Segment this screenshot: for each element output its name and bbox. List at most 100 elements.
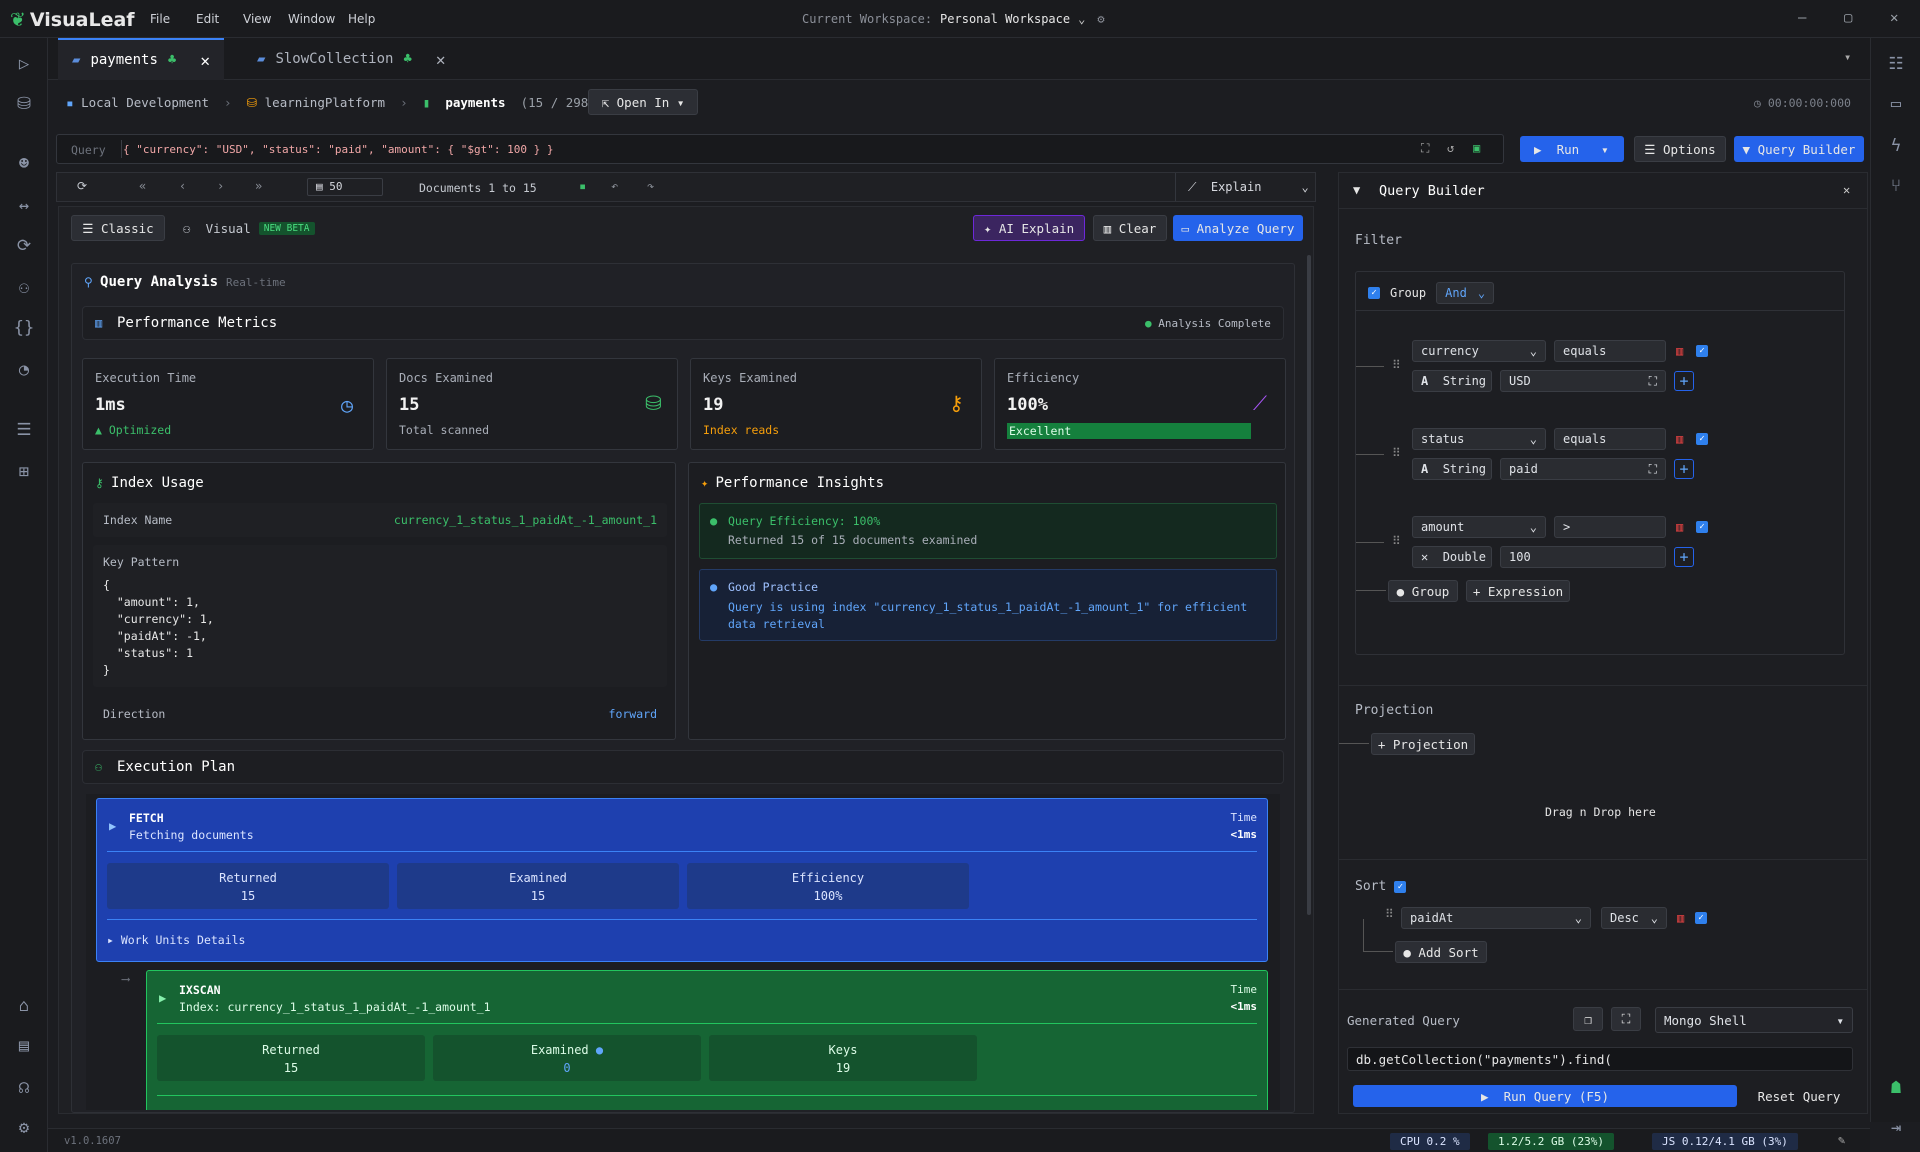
lock-icon[interactable]: ▪ [579,179,586,193]
logic-select[interactable]: And ⌄ [1436,282,1495,304]
add-condition-icon[interactable]: + [1674,459,1694,479]
condition-enabled-checkbox[interactable]: ✓ [1696,345,1708,357]
undo-icon[interactable]: ↶ [611,179,618,193]
crumb-database[interactable]: learningPlatform [265,95,385,110]
shell-select[interactable]: Mongo Shell ▾ [1655,1007,1853,1033]
clipboard-icon[interactable]: ▭ [1884,92,1908,116]
options-button[interactable]: ☰ Options [1634,136,1726,162]
logout-icon[interactable]: ⇥ [1884,1116,1908,1140]
expand-icon[interactable]: ⛶ [1649,374,1657,389]
schema-icon[interactable]: ⚇ [12,276,36,300]
ixscan-stage[interactable]: ▶ IXSCAN Index: currency_1_status_1_paid… [146,970,1268,1110]
ai-explain-button[interactable]: ✦ AI Explain [973,215,1085,241]
trash-icon[interactable]: ▥ [1676,432,1683,446]
brush-icon[interactable]: ✎ [1838,1133,1845,1147]
sort-direction-select[interactable]: Desc ⌄ [1601,907,1667,929]
branch-icon[interactable]: ⑂ [1884,174,1908,198]
menu-file[interactable]: File [150,12,170,26]
transfer-icon[interactable]: ↔ [12,194,36,218]
condition-operator[interactable]: equals [1554,340,1666,362]
clear-button[interactable]: ▥ Clear [1093,215,1167,241]
first-page-icon[interactable]: « [139,179,146,193]
condition-operator[interactable]: equals [1554,428,1666,450]
page-size-input[interactable]: ▤ 50 [307,178,383,196]
visual-tab[interactable]: ⚇ Visual NEW BETA [183,221,315,236]
play-icon[interactable]: ▷ [12,52,36,76]
close-tab-icon[interactable]: ✕ [200,51,210,70]
analyze-query-button[interactable]: ▭ Analyze Query [1173,215,1303,241]
sort-field-select[interactable]: paidAt ⌄ [1401,907,1591,929]
condition-field-select[interactable]: currency ⌄ [1412,340,1546,362]
fullscreen-icon[interactable]: ⛶ [1611,1007,1641,1031]
crumb-collection[interactable]: payments [445,95,505,110]
trash-icon[interactable]: ▥ [1676,520,1683,534]
settings-icon[interactable]: ⚙ [12,1116,36,1140]
sort-checkbox[interactable]: ✓ [1394,880,1407,893]
run-button[interactable]: ▶ Run ▾ [1520,136,1624,162]
run-query-button[interactable]: ▶ Run Query (F5) [1353,1085,1737,1107]
tabs-dropdown-icon[interactable]: ▾ [1844,50,1851,64]
crumb-connection[interactable]: Local Development [81,95,209,110]
support-icon[interactable]: ☊ [12,1076,36,1100]
history-icon[interactable]: ↺ [1447,141,1454,155]
drag-handle-icon[interactable]: ⠿ [1392,446,1401,460]
fetch-stage[interactable]: ▶ FETCH Fetching documents Time <1ms Ret… [96,798,1268,962]
redo-icon[interactable]: ↷ [647,179,654,193]
workspace-selector[interactable]: Current Workspace: Personal Workspace ⌄ ⚙ [802,12,1105,26]
explain-dropdown[interactable]: ⟋ Explain ⌄ [1175,173,1315,201]
drag-handle-icon[interactable]: ⠿ [1392,534,1401,548]
tab-payments[interactable]: ▰ payments ♣ ✕ [58,38,224,80]
query-editor[interactable]: Query { "currency": "USD", "status": "pa… [56,134,1504,164]
menu-edit[interactable]: Edit [196,12,219,26]
trash-icon[interactable]: ▥ [1677,911,1684,925]
layers-icon[interactable]: ☰ [12,418,36,442]
drag-handle-icon[interactable]: ⠿ [1392,358,1401,372]
menu-window[interactable]: Window [288,12,335,26]
save-icon[interactable]: ▣ [1473,141,1480,155]
close-icon[interactable]: ✕ [1843,183,1850,197]
copy-icon[interactable]: ❐ [1573,1007,1603,1031]
maximize-icon[interactable]: ▢ [1844,10,1852,26]
close-tab-icon[interactable]: ✕ [436,50,446,69]
refresh-icon[interactable]: ⟳ [77,179,87,193]
drop-zone[interactable]: Drag n Drop here [1545,805,1656,819]
type-select[interactable]: ✕ Double [1412,546,1492,568]
add-group-button[interactable]: ● Group [1388,580,1458,602]
code-icon[interactable]: {} [12,316,36,340]
group-checkbox[interactable]: ✓ [1368,287,1380,299]
trash-icon[interactable]: ▥ [1676,344,1683,358]
gauge-icon[interactable]: ◔ [12,358,36,382]
condition-enabled-checkbox[interactable]: ✓ [1696,521,1708,533]
robot-icon[interactable]: ☗ [1884,1076,1908,1100]
last-page-icon[interactable]: » [255,179,262,193]
open-in-button[interactable]: ⇱ Open In ▾ [588,89,698,115]
gear-icon[interactable]: ⚙ [1097,12,1104,26]
condition-value-input[interactable]: USD ⛶ [1500,370,1666,392]
add-projection-button[interactable]: + Projection [1371,733,1475,755]
info-icon[interactable]: ● [596,1043,603,1057]
classic-tab[interactable]: ☰ Classic [71,215,165,241]
expand-icon[interactable]: ⛶ [1649,462,1657,477]
query-input[interactable]: { "currency": "USD", "status": "paid", "… [123,143,553,156]
type-select[interactable]: A String [1412,370,1492,392]
scrollbar[interactable] [1307,255,1311,915]
type-select[interactable]: A String [1412,458,1492,480]
minimize-icon[interactable]: — [1798,10,1806,26]
condition-field-select[interactable]: status ⌄ [1412,428,1546,450]
close-window-icon[interactable]: ✕ [1890,10,1898,26]
query-builder-button[interactable]: ▼ Query Builder [1734,136,1864,162]
menu-help[interactable]: Help [348,12,375,26]
work-units-toggle[interactable]: ▸ Work Units Details [107,933,245,947]
home-icon[interactable]: ⌂ [12,994,36,1018]
reset-query-button[interactable]: Reset Query [1747,1085,1851,1107]
prev-page-icon[interactable]: ‹ [179,179,186,193]
run-dropdown-icon[interactable]: ▾ [1601,142,1609,157]
grid-icon[interactable]: ⊞ [12,460,36,484]
add-expression-button[interactable]: + Expression [1466,580,1570,602]
database-icon[interactable]: ⛁ [12,92,36,116]
list-check-icon[interactable]: ☷ [1884,52,1908,76]
generated-query-code[interactable]: db.getCollection("payments").find( [1347,1047,1853,1071]
add-condition-icon[interactable]: + [1674,371,1694,391]
condition-enabled-checkbox[interactable]: ✓ [1696,433,1708,445]
condition-field-select[interactable]: amount ⌄ [1412,516,1546,538]
